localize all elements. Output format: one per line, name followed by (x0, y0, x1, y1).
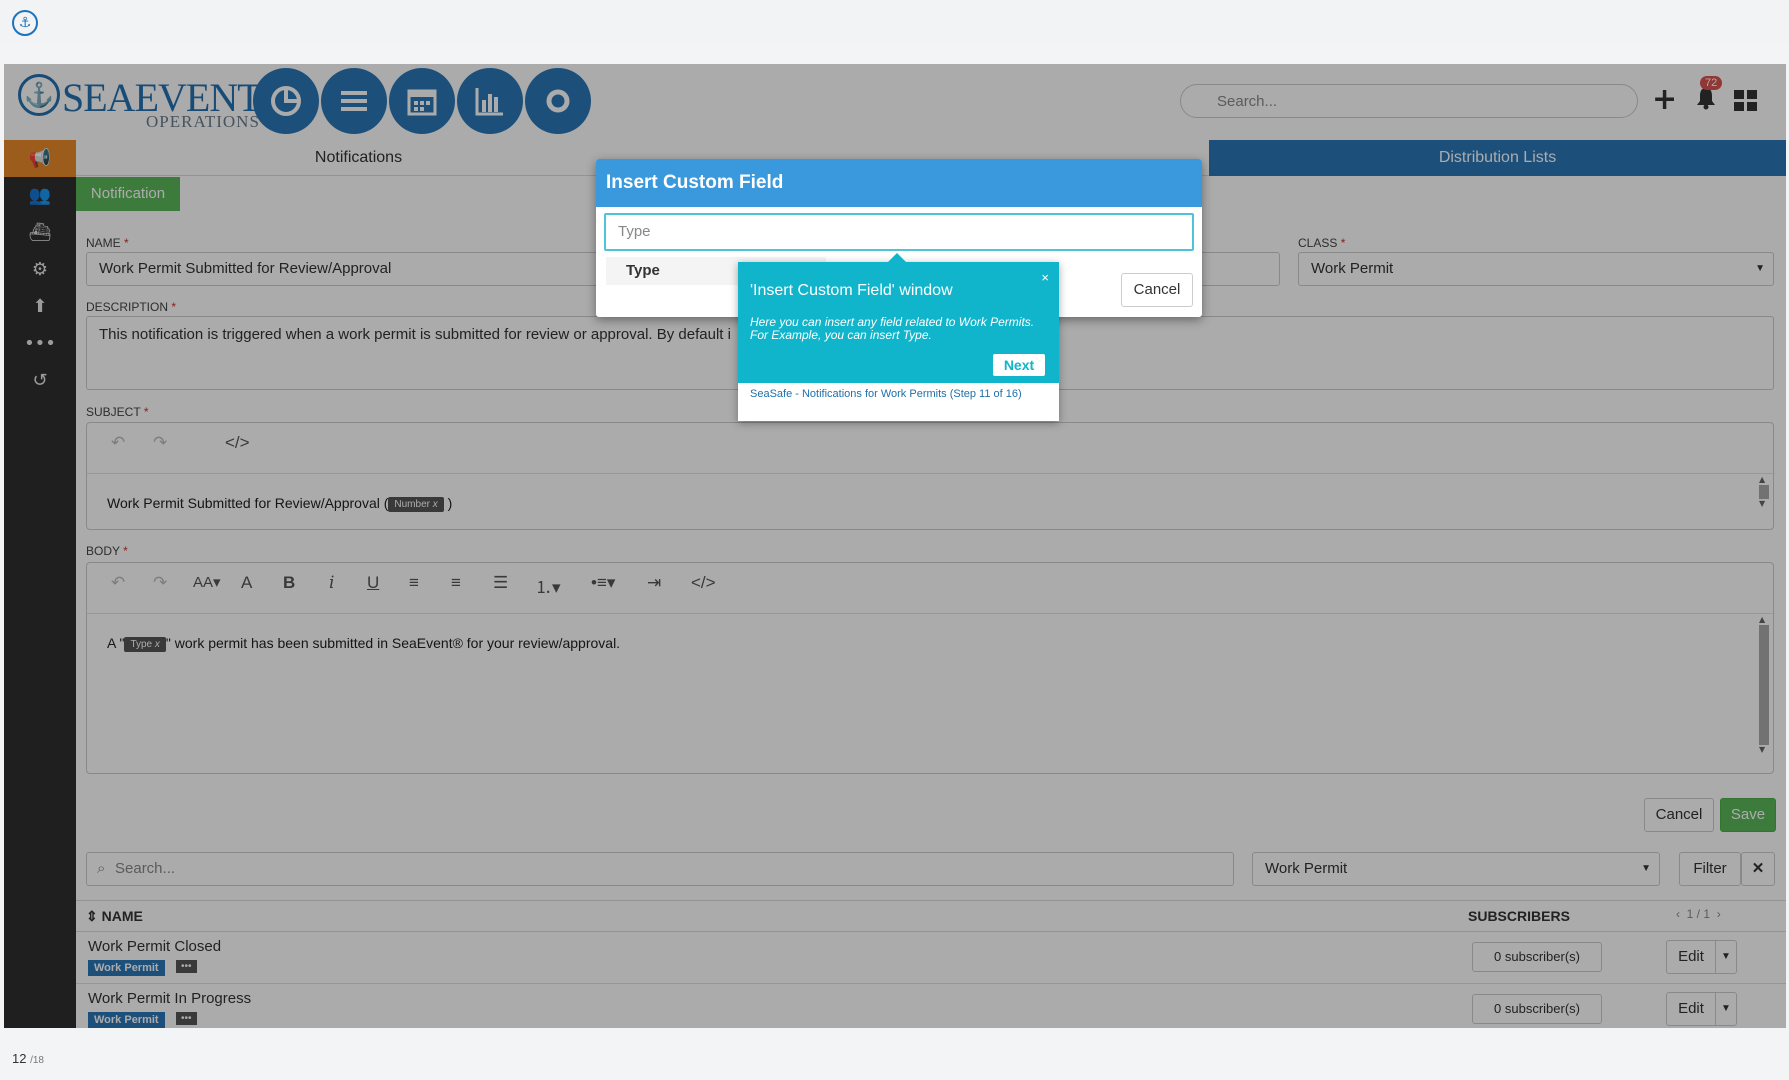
tour-next-button[interactable]: Next (993, 354, 1045, 376)
dialog-cancel-button[interactable]: Cancel (1121, 273, 1193, 307)
tour-popover-body: 'Insert Custom Field' window × Here you … (738, 262, 1059, 383)
page-counter: 12 /18 (12, 1051, 44, 1066)
close-icon[interactable]: × (1041, 270, 1049, 285)
dialog-title: Insert Custom Field (596, 159, 1202, 207)
popover-arrow (888, 253, 906, 262)
tour-title: 'Insert Custom Field' window (750, 282, 953, 299)
tour-step-footer: SeaSafe - Notifications for Work Permits… (750, 388, 1022, 400)
seaevent-logo-icon: ⚓ (12, 10, 38, 36)
tour-popover: 'Insert Custom Field' window × Here you … (738, 253, 1059, 421)
tour-description: Here you can insert any field related to… (750, 315, 1035, 342)
custom-field-search-input[interactable]: Type (604, 213, 1194, 251)
top-strip: ⚓ (0, 0, 1789, 43)
app-window: ⚓ SEAEVENT OPERATIONS Search... + 72 📢 👥… (4, 64, 1786, 1028)
